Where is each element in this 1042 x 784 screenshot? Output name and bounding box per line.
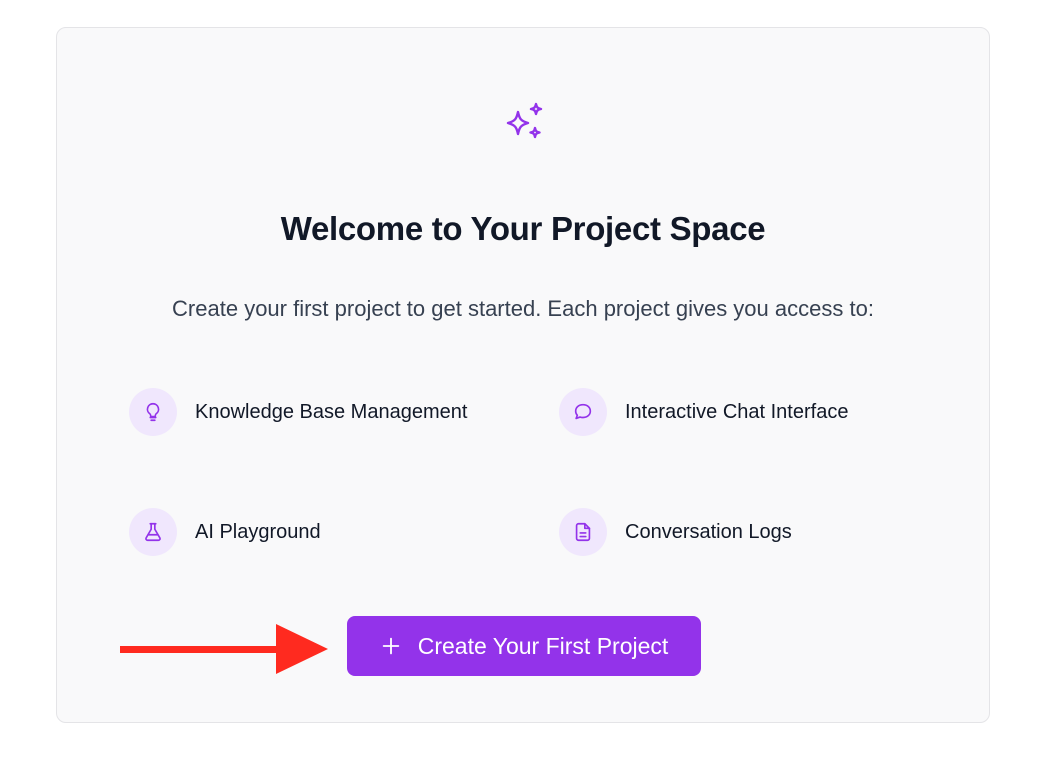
feature-label: Conversation Logs <box>625 520 792 543</box>
flask-icon <box>145 522 161 542</box>
plus-icon <box>382 637 399 655</box>
page: Welcome to Your Project Space Create you… <box>0 0 1042 784</box>
feature-conversation-logs: Conversation Logs <box>559 508 792 556</box>
feature-knowledge-base: Knowledge Base Management <box>129 388 467 436</box>
create-first-project-label: Create Your First Project <box>417 632 669 659</box>
create-first-project-button[interactable]: Create Your First Project <box>347 616 701 676</box>
feature-icon-badge <box>559 388 607 436</box>
annotation-arrow-icon <box>120 624 328 674</box>
feature-label: Interactive Chat Interface <box>625 400 849 423</box>
document-icon <box>575 522 591 542</box>
page-title: Welcome to Your Project Space <box>280 210 766 247</box>
feature-icon-badge <box>129 388 177 436</box>
feature-chat-interface: Interactive Chat Interface <box>559 388 848 436</box>
lightbulb-icon <box>146 402 160 422</box>
feature-label: AI Playground <box>195 520 321 543</box>
sparkles-icon <box>506 102 543 139</box>
feature-label: Knowledge Base Management <box>195 400 468 423</box>
page-subtitle: Create your first project to get started… <box>172 296 874 321</box>
feature-ai-playground: AI Playground <box>129 508 321 556</box>
feature-icon-badge <box>559 508 607 556</box>
chat-bubble-icon <box>574 403 592 420</box>
feature-icon-badge <box>129 508 177 556</box>
